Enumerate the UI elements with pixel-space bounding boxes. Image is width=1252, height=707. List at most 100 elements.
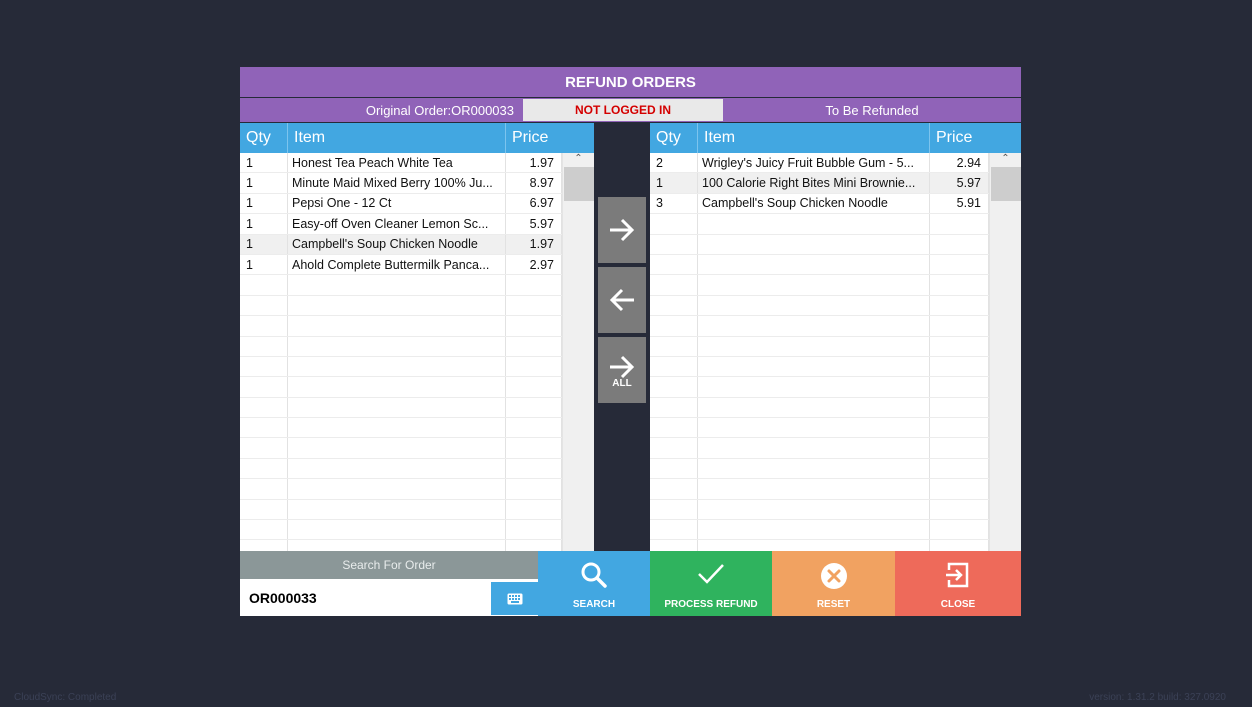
qty-cell	[240, 356, 288, 377]
checkmark-icon	[698, 564, 724, 584]
empty-row	[650, 438, 989, 459]
price-cell: 2.97	[506, 254, 562, 275]
price-cell: 1.97	[506, 234, 562, 254]
qty-cell	[650, 438, 698, 458]
scroll-thumb[interactable]	[991, 167, 1021, 201]
qty-column-header[interactable]: Qty	[650, 123, 698, 153]
price-cell	[930, 438, 989, 458]
qty-cell	[650, 254, 698, 275]
version-label: version: 1.31.2 build: 327.0920	[1089, 692, 1226, 703]
move-left-button[interactable]	[598, 267, 646, 333]
scroll-thumb[interactable]	[564, 167, 594, 201]
item-cell: Honest Tea Peach White Tea	[288, 153, 506, 173]
qty-cell: 1	[240, 254, 288, 275]
item-cell: Campbell's Soup Chicken Noodle	[288, 234, 506, 254]
qty-cell: 1	[240, 173, 288, 193]
table-row[interactable]: 2 Wrigley's Juicy Fruit Bubble Gum - 5...…	[650, 153, 989, 174]
price-cell	[930, 377, 989, 397]
keyboard-button[interactable]	[491, 582, 538, 615]
empty-row	[240, 356, 562, 378]
price-cell	[506, 479, 562, 499]
arrow-right-icon	[610, 218, 635, 242]
empty-row	[240, 499, 562, 521]
move-right-button[interactable]	[598, 197, 646, 263]
scroll-up-icon[interactable]: ⌃	[563, 153, 594, 164]
item-cell	[698, 499, 930, 520]
item-cell	[288, 356, 506, 377]
price-column-header[interactable]: Price	[506, 123, 594, 153]
price-cell: 5.91	[930, 193, 989, 214]
exit-icon	[946, 562, 969, 588]
table-row[interactable]: 1 Easy-off Oven Cleaner Lemon Sc... 5.97	[240, 214, 562, 235]
process-refund-button[interactable]: PROCESS REFUND	[650, 551, 772, 616]
empty-row	[650, 336, 989, 357]
table-row[interactable]: 1 Honest Tea Peach White Tea 1.97	[240, 153, 562, 174]
qty-cell	[240, 520, 288, 540]
qty-cell	[650, 234, 698, 254]
price-cell: 5.97	[930, 173, 989, 193]
qty-column-header[interactable]: Qty	[240, 123, 288, 153]
price-cell	[930, 234, 989, 254]
item-cell: 100 Calorie Right Bites Mini Brownie...	[698, 173, 930, 193]
empty-row	[240, 336, 562, 357]
price-cell	[506, 520, 562, 540]
qty-cell	[240, 377, 288, 397]
table-row[interactable]: 1 100 Calorie Right Bites Mini Brownie...…	[650, 173, 989, 194]
price-cell	[506, 418, 562, 438]
item-column-header[interactable]: Item	[288, 123, 506, 153]
cancel-circle-icon	[820, 563, 847, 589]
search-button[interactable]: SEARCH	[538, 551, 650, 616]
price-cell	[930, 499, 989, 520]
table-row[interactable]: 3 Campbell's Soup Chicken Noodle 5.91	[650, 193, 989, 215]
empty-row	[650, 214, 989, 235]
search-icon	[581, 562, 607, 588]
empty-row	[650, 254, 989, 276]
price-cell	[930, 336, 989, 356]
qty-cell	[240, 499, 288, 520]
refund-items-grid: Qty Item Price 2 Wrigley's Juicy Fruit Bu…	[650, 123, 1021, 616]
qty-cell	[650, 336, 698, 356]
order-search-input[interactable]	[240, 579, 490, 616]
table-row[interactable]: 1 Pepsi One - 12 Ct 6.97	[240, 193, 562, 215]
empty-row	[650, 418, 989, 439]
search-button-label: SEARCH	[572, 599, 616, 610]
search-order-label: Search For Order	[240, 551, 538, 579]
price-cell	[930, 458, 989, 479]
item-cell	[288, 275, 506, 295]
close-button-label: CLOSE	[940, 599, 976, 610]
price-cell	[506, 275, 562, 295]
empty-row	[650, 356, 989, 378]
price-column-header[interactable]: Price	[930, 123, 1021, 153]
reset-button[interactable]: RESET	[772, 551, 895, 616]
keyboard-icon	[507, 593, 522, 604]
dialog-title: REFUND ORDERS	[240, 67, 1021, 97]
item-cell	[698, 356, 930, 377]
qty-cell: 3	[650, 193, 698, 214]
close-button[interactable]: CLOSE	[895, 551, 1021, 616]
item-cell	[288, 336, 506, 356]
item-cell	[698, 336, 930, 356]
item-cell	[288, 438, 506, 458]
cloud-sync-status: CloudSync: Completed	[14, 692, 117, 703]
scroll-up-icon[interactable]: ⌃	[990, 153, 1021, 164]
price-cell	[506, 377, 562, 397]
item-cell	[288, 397, 506, 418]
price-cell	[506, 356, 562, 377]
qty-cell	[240, 295, 288, 316]
table-row[interactable]: 1 Minute Maid Mixed Berry 100% Ju... 8.97	[240, 173, 562, 194]
table-row[interactable]: 1 Campbell's Soup Chicken Noodle 1.97	[240, 234, 562, 255]
item-column-header[interactable]: Item	[698, 123, 930, 153]
subheader-bar: Original Order:OR000033 NOT LOGGED IN To…	[240, 98, 1021, 122]
price-cell	[930, 397, 989, 418]
qty-cell	[650, 418, 698, 438]
qty-cell	[650, 356, 698, 377]
move-all-right-button[interactable]: ALL	[598, 337, 646, 403]
refund-items-scrollbar[interactable]: ⌃ ⌄	[989, 153, 1021, 616]
item-cell	[288, 316, 506, 336]
move-all-label: ALL	[612, 377, 632, 389]
table-row[interactable]: 1 Ahold Complete Buttermilk Panca... 2.97	[240, 254, 562, 276]
qty-cell	[240, 275, 288, 295]
item-cell	[288, 499, 506, 520]
original-items-scrollbar[interactable]: ⌃ ⌄	[562, 153, 594, 616]
qty-cell: 1	[240, 193, 288, 214]
